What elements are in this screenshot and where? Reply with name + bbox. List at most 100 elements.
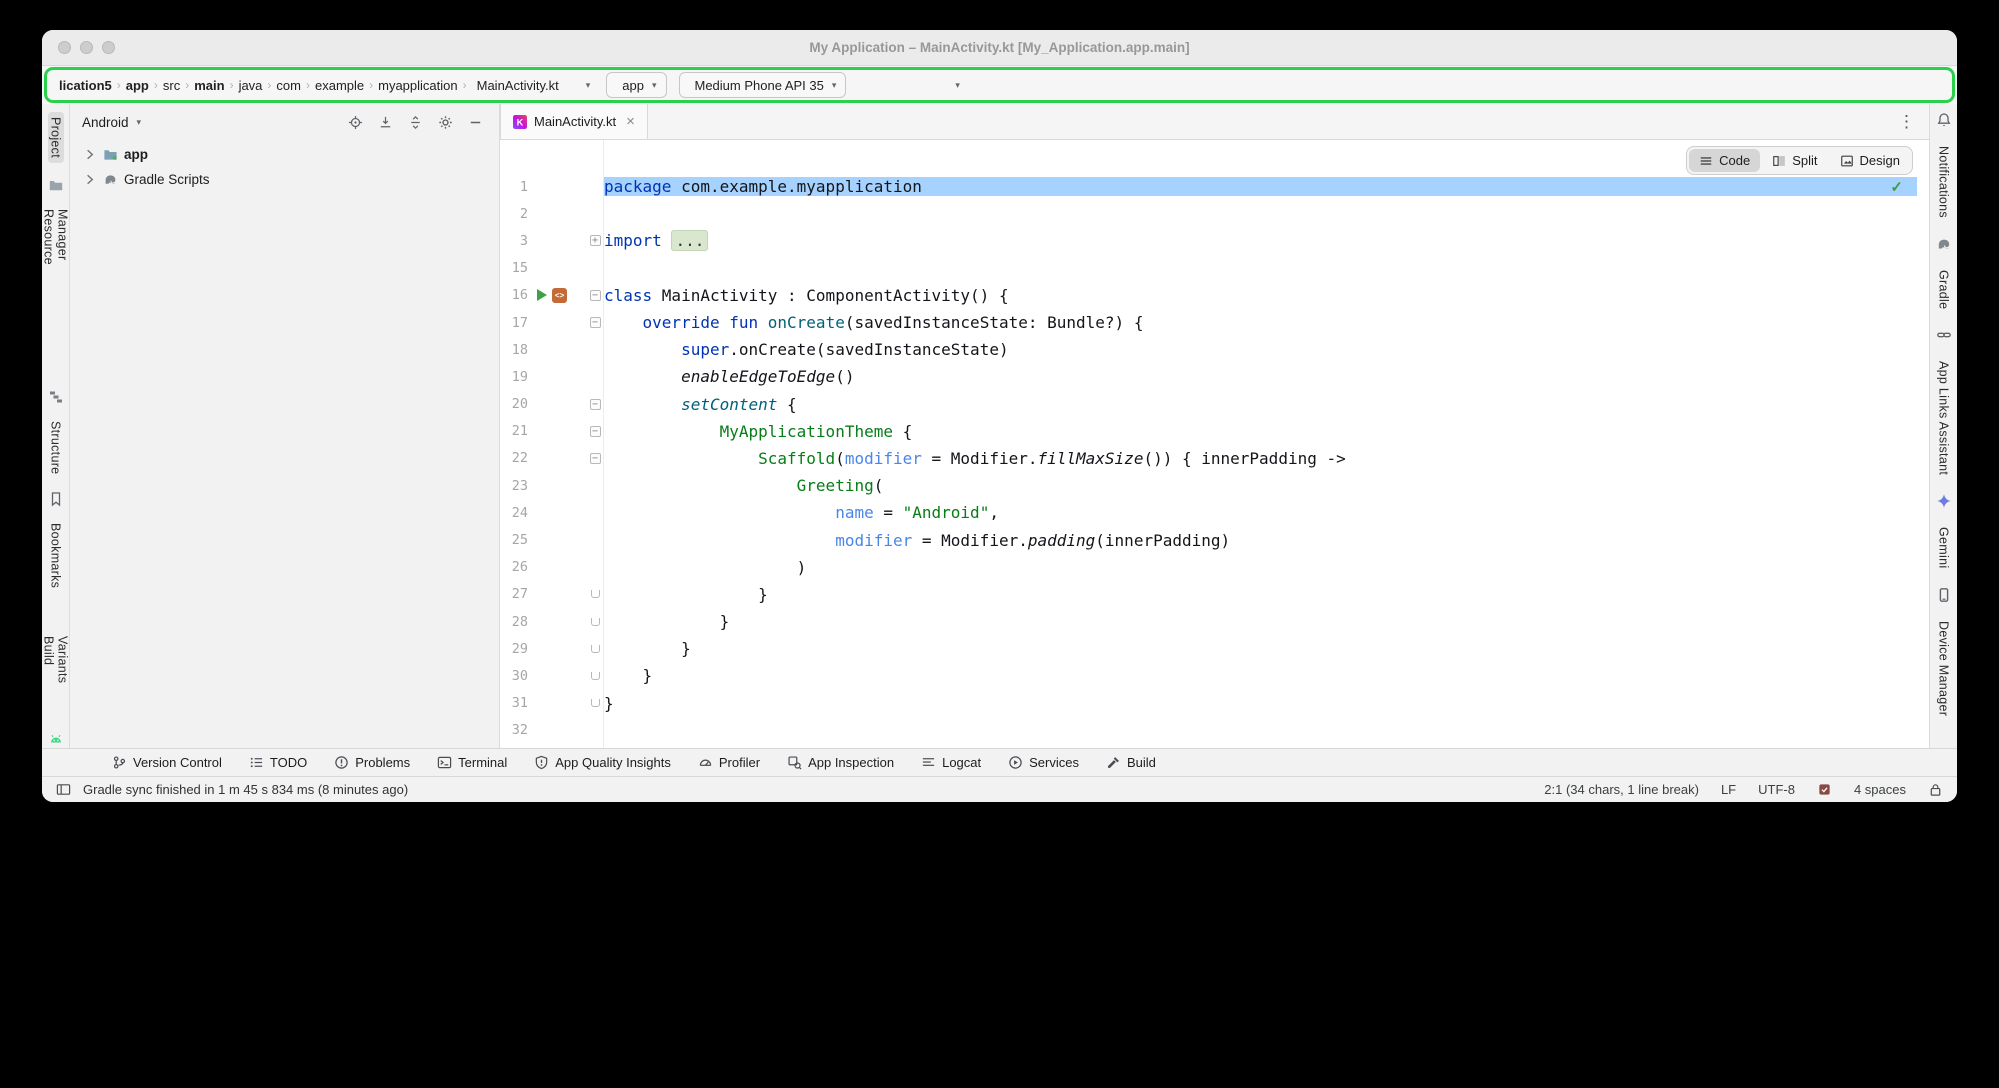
tool-button-gradle[interactable]: Gradle [1937,268,1951,311]
collapse-all-icon[interactable] [408,115,423,130]
code-line-20[interactable]: 20− setContent { [500,391,1929,418]
code-line-32[interactable]: 32 [500,717,1929,744]
code-text[interactable]: } [604,612,1917,631]
code-line-21[interactable]: 21− MyApplicationTheme { [500,418,1929,445]
apply-changes-button[interactable] [879,82,887,88]
breadcrumb-example[interactable]: example [312,76,367,95]
project-view-select[interactable]: Android ▾ [82,115,141,130]
attach-debugger-button[interactable] [930,82,938,88]
code-text[interactable]: } [604,585,1917,604]
build-hammer-button[interactable]: ▾ [578,77,595,94]
profile-low-overhead-button[interactable] [973,82,981,88]
code-text[interactable]: name = "Android", [604,503,1917,522]
line-number[interactable]: 18 [500,342,530,358]
zoom-window-button[interactable] [102,41,115,54]
code-editor[interactable]: 1package com.example.myapplication✓23+im… [500,140,1929,748]
tool-button-logcat[interactable]: Logcat [921,755,981,770]
code-line-23[interactable]: 23 Greeting( [500,472,1929,499]
code-line-31[interactable]: 31} [500,690,1929,717]
line-number[interactable]: 19 [500,369,530,385]
fold-marker[interactable]: − [586,290,604,301]
locate-file-icon[interactable] [348,115,363,130]
minimize-window-button[interactable] [80,41,93,54]
app-links-tool-icon[interactable] [1936,327,1952,343]
tree-item-app[interactable]: app [70,142,499,167]
code-line-30[interactable]: 30 } [500,662,1929,689]
tool-button-profiler[interactable]: Profiler [698,755,760,770]
line-number[interactable]: 27 [500,586,530,602]
code-line-26[interactable]: 26 ) [500,554,1929,581]
tool-button-services[interactable]: Services [1008,755,1079,770]
fold-marker[interactable]: + [586,235,604,246]
chevron-right-icon[interactable] [82,147,97,162]
inspections-ok-icon[interactable]: ✓ [1890,178,1903,196]
code-text[interactable]: Greeting( [604,476,1917,495]
tool-button-resource-manager[interactable]: Resource Manager [42,207,70,321]
line-number[interactable]: 23 [500,478,530,494]
tool-button-bookmarks[interactable]: Bookmarks [49,521,63,590]
file-encoding[interactable]: UTF-8 [1758,782,1795,797]
status-indicator-icon[interactable] [1817,782,1832,797]
running-devices-button[interactable] [1859,82,1867,88]
close-tab-icon[interactable]: × [626,113,635,130]
fold-marker[interactable] [586,645,604,653]
notifications-bell-icon[interactable] [1936,112,1952,128]
code-text[interactable]: modifier = Modifier.padding(innerPadding… [604,531,1917,550]
fold-marker[interactable]: − [586,426,604,437]
tab-mainactivity-kt[interactable]: K MainActivity.kt × [500,104,648,139]
tool-button-build-variants[interactable]: Build Variants [42,634,70,718]
line-number[interactable]: 31 [500,695,530,711]
gradle-tool-icon[interactable] [1936,236,1952,252]
code-text[interactable]: class MainActivity : ComponentActivity()… [604,286,1917,305]
tree-item-gradle-scripts[interactable]: Gradle Scripts [70,167,499,192]
project-folder-icon[interactable] [48,177,64,193]
line-number[interactable]: 28 [500,614,530,630]
breadcrumb-java[interactable]: java [236,76,266,95]
code-line-1[interactable]: 1package com.example.myapplication✓ [500,173,1929,200]
line-separator[interactable]: LF [1721,782,1736,797]
tool-button-project[interactable]: Project [48,112,64,163]
line-number[interactable]: 30 [500,668,530,684]
code-text[interactable]: package com.example.myapplication✓ [604,177,1917,196]
apply-code-changes-button[interactable] [896,82,904,88]
tool-button-gemini[interactable]: Gemini [1937,525,1951,570]
code-text[interactable]: enableEdgeToEdge() [604,367,1917,386]
structure-tool-icon[interactable] [48,389,64,405]
code-line-2[interactable]: 2 [500,200,1929,227]
code-line-17[interactable]: 17− override fun onCreate(savedInstanceS… [500,309,1929,336]
settings-button[interactable] [1916,82,1924,88]
tool-button-terminal[interactable]: Terminal [437,755,507,770]
run-configuration-select[interactable]: app ▾ [606,72,666,98]
debug-button[interactable] [913,82,921,88]
hide-panel-icon[interactable] [468,115,483,130]
mode-design-button[interactable]: Design [1830,149,1910,172]
close-window-button[interactable] [58,41,71,54]
tool-button-device-manager[interactable]: Device Manager [1937,619,1951,718]
tool-button-todo[interactable]: TODO [249,755,307,770]
line-number[interactable]: 3 [500,233,530,249]
code-line-22[interactable]: 22− Scaffold(modifier = Modifier.fillMax… [500,445,1929,472]
tool-button-structure[interactable]: Structure [49,419,63,476]
breadcrumb-src[interactable]: src [160,76,183,95]
tool-button-app-links-assistant[interactable]: App Links Assistant [1937,359,1951,477]
mode-split-button[interactable]: Split [1762,149,1827,172]
tool-window-layout-icon[interactable] [56,782,71,797]
code-text[interactable]: super.onCreate(savedInstanceState) [604,340,1917,359]
account-button[interactable] [1935,82,1943,88]
fold-marker[interactable]: − [586,453,604,464]
code-text[interactable]: setContent { [604,395,1917,414]
bookmarks-tool-icon[interactable] [48,491,64,507]
code-line-19[interactable]: 19 enableEdgeToEdge() [500,363,1929,390]
compose-preview-icon[interactable]: <> [552,288,567,303]
code-line-24[interactable]: 24 name = "Android", [500,499,1929,526]
profiler-button[interactable]: ▾ [947,77,964,94]
code-line-27[interactable]: 27 } [500,581,1929,608]
tool-button-app-quality-insights[interactable]: App Quality Insights [534,755,671,770]
code-text[interactable]: MyApplicationTheme { [604,422,1917,441]
device-select[interactable]: Medium Phone API 35 ▾ [679,72,847,98]
tool-button-problems[interactable]: Problems [334,755,410,770]
breadcrumb-app[interactable]: app [123,76,152,95]
code-text[interactable]: } [604,639,1917,658]
code-text[interactable]: } [604,666,1917,685]
code-text[interactable]: override fun onCreate(savedInstanceState… [604,313,1917,332]
